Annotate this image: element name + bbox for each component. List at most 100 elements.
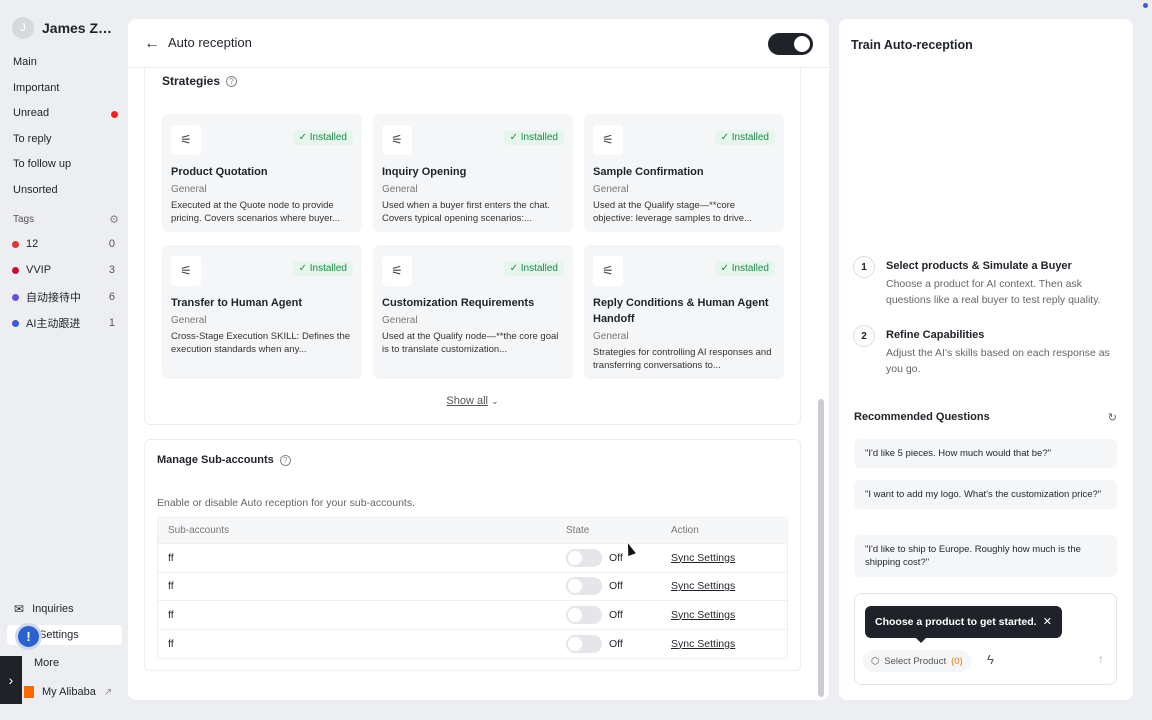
nav-item-unsorted[interactable]: Unsorted bbox=[13, 184, 58, 196]
back-arrow-icon[interactable]: ← bbox=[144, 35, 160, 53]
tag-item[interactable]: AI主动跟进 1 bbox=[12, 315, 115, 331]
tag-color-dot bbox=[12, 319, 19, 327]
tags-header: Tags ⚙ bbox=[13, 213, 119, 226]
state-label: Off bbox=[609, 580, 623, 593]
tag-count: 0 bbox=[108, 238, 115, 250]
strategy-card[interactable]: ⚟ ✓ Installed Customization Requirements… bbox=[373, 245, 573, 379]
step-description: Adjust the AI's skills based on each res… bbox=[886, 347, 1110, 375]
tags-settings-icon[interactable]: ⚙ bbox=[109, 213, 119, 226]
scrollbar[interactable] bbox=[818, 399, 824, 697]
tag-label: 自动接待中 bbox=[26, 292, 81, 304]
sub-account-toggle[interactable] bbox=[566, 605, 602, 624]
strategy-category: General bbox=[593, 184, 629, 195]
strategy-card[interactable]: ⚟ ✓ Installed Sample Confirmation Genera… bbox=[584, 114, 784, 232]
strategy-card[interactable]: ⚟ ✓ Installed Inquiry Opening General Us… bbox=[373, 114, 573, 232]
strategies-section: Strategies ? ⚟ ✓ Installed Product Quota… bbox=[144, 68, 801, 425]
strategy-category: General bbox=[382, 315, 418, 326]
strategy-card[interactable]: ⚟ ✓ Installed Reply Conditions & Human A… bbox=[584, 245, 784, 379]
strategy-icon: ⚟ bbox=[382, 256, 412, 286]
strategy-category: General bbox=[382, 184, 418, 195]
settings-label: Settings bbox=[39, 629, 79, 641]
recommended-question[interactable]: "I'd like 5 pieces. How much would that … bbox=[854, 439, 1117, 468]
nav-item-to-follow-up[interactable]: To follow up bbox=[13, 158, 71, 170]
help-icon[interactable]: ? bbox=[226, 75, 238, 87]
tag-item[interactable]: 自动接待中 6 bbox=[12, 289, 115, 305]
state-cell: Off bbox=[556, 634, 671, 653]
column-header-action: Action bbox=[671, 525, 699, 536]
close-icon[interactable]: ✕ bbox=[1043, 615, 1052, 628]
nav-item-to-reply[interactable]: To reply bbox=[13, 133, 52, 145]
nav-item-more[interactable]: More bbox=[34, 657, 59, 669]
tag-count: 3 bbox=[108, 264, 115, 276]
page-title: Auto reception bbox=[168, 35, 252, 50]
tooltip-arrow bbox=[915, 637, 927, 643]
recommended-title: Recommended Questions bbox=[854, 411, 990, 423]
sync-settings-link[interactable]: Sync Settings bbox=[671, 638, 735, 650]
sub-account-name: ff bbox=[168, 608, 174, 621]
strategy-category: General bbox=[593, 331, 629, 342]
strategy-name: Transfer to Human Agent bbox=[171, 297, 302, 309]
user-profile[interactable]: J James Zha... bbox=[12, 17, 120, 39]
sub-accounts-title-text: Manage Sub-accounts bbox=[157, 454, 274, 466]
tooltip-text: Choose a product to get started. bbox=[875, 616, 1037, 628]
strategy-description: Used when a buyer first enters the chat.… bbox=[382, 200, 550, 224]
sync-settings-link[interactable]: Sync Settings bbox=[671, 580, 735, 592]
tag-item[interactable]: 12 0 bbox=[12, 238, 115, 250]
strategy-icon: ⚟ bbox=[171, 256, 201, 286]
main-panel: ← Auto reception Strategies ? ⚟ ✓ Instal… bbox=[128, 19, 829, 700]
tag-color-dot bbox=[12, 266, 19, 274]
strategy-description: Used at the Qualify node—**the core goal… bbox=[382, 331, 559, 355]
nav-item-important[interactable]: Important bbox=[13, 82, 59, 94]
refresh-icon[interactable]: ↻ bbox=[1108, 411, 1117, 424]
status-dot bbox=[1143, 3, 1148, 8]
recommended-question[interactable]: "I want to add my logo. What's the custo… bbox=[854, 480, 1117, 509]
recommended-question[interactable]: "I'd like to ship to Europe. Roughly how… bbox=[854, 535, 1117, 577]
user-name: James Zha... bbox=[42, 20, 120, 36]
nav-item-unread[interactable]: Unread bbox=[13, 107, 49, 119]
expand-sidebar-icon[interactable]: › bbox=[0, 656, 22, 704]
mail-icon: ✉ bbox=[14, 602, 25, 616]
sub-accounts-description: Enable or disable Auto reception for you… bbox=[157, 497, 415, 509]
strategy-category: General bbox=[171, 315, 207, 326]
installed-badge: ✓ Installed bbox=[292, 130, 353, 145]
tag-item[interactable]: VVIP 3 bbox=[12, 264, 115, 276]
column-header-state: State bbox=[566, 525, 590, 536]
step-number: 1 bbox=[853, 256, 875, 278]
strategies-title: Strategies ? bbox=[162, 74, 238, 88]
unread-indicator-dot bbox=[111, 111, 118, 118]
strategy-icon: ⚟ bbox=[382, 125, 412, 155]
send-arrow-icon[interactable]: ↑ bbox=[1098, 652, 1104, 666]
show-all-label: Show all bbox=[446, 395, 488, 407]
train-panel: Train Auto-reception 1 Select products &… bbox=[839, 19, 1133, 700]
nav-item-main[interactable]: Main bbox=[13, 56, 37, 68]
external-link-icon: ↗ bbox=[103, 686, 113, 698]
step-number: 2 bbox=[853, 325, 875, 347]
tag-count: 1 bbox=[108, 317, 115, 329]
sync-settings-link[interactable]: Sync Settings bbox=[671, 609, 735, 621]
state-label: Off bbox=[609, 637, 623, 650]
show-all-link[interactable]: Show all ⌄ bbox=[145, 395, 800, 407]
strategy-card[interactable]: ⚟ ✓ Installed Transfer to Human Agent Ge… bbox=[162, 245, 362, 379]
sub-accounts-title: Manage Sub-accounts ? bbox=[157, 454, 291, 466]
sub-account-toggle[interactable] bbox=[566, 577, 602, 596]
chat-input-box[interactable]: Choose a product to get started. ✕ ⬡ Sel… bbox=[854, 593, 1117, 685]
lightning-icon[interactable]: ϟ bbox=[987, 652, 994, 667]
strategy-name: Customization Requirements bbox=[382, 297, 535, 309]
strategy-name: Reply Conditions & Human Agent Handoff bbox=[593, 297, 769, 325]
sub-account-toggle[interactable] bbox=[566, 548, 602, 567]
strategies-title-text: Strategies bbox=[162, 74, 221, 88]
help-icon[interactable]: ? bbox=[279, 454, 291, 466]
strategy-card[interactable]: ⚟ ✓ Installed Product Quotation General … bbox=[162, 114, 362, 232]
feedback-icon[interactable]: ! bbox=[15, 623, 42, 650]
nav-item-inquiries[interactable]: ✉ Inquiries bbox=[14, 602, 74, 616]
select-product-button[interactable]: ⬡ Select Product (0) bbox=[863, 650, 971, 672]
nav-item-my-alibaba[interactable]: My Alibaba ↗ bbox=[24, 686, 112, 698]
auto-reception-toggle[interactable] bbox=[768, 33, 813, 55]
sync-settings-link[interactable]: Sync Settings bbox=[671, 552, 735, 564]
tag-label: AI主动跟进 bbox=[26, 318, 81, 330]
sub-accounts-table: Sub-accounts State Action ff Off Sync Se… bbox=[157, 517, 788, 659]
step-title: Select products & Simulate a Buyer bbox=[886, 260, 1072, 272]
sub-account-toggle[interactable] bbox=[566, 634, 602, 653]
installed-badge: ✓ Installed bbox=[503, 261, 564, 276]
alibaba-logo-icon bbox=[24, 686, 34, 698]
